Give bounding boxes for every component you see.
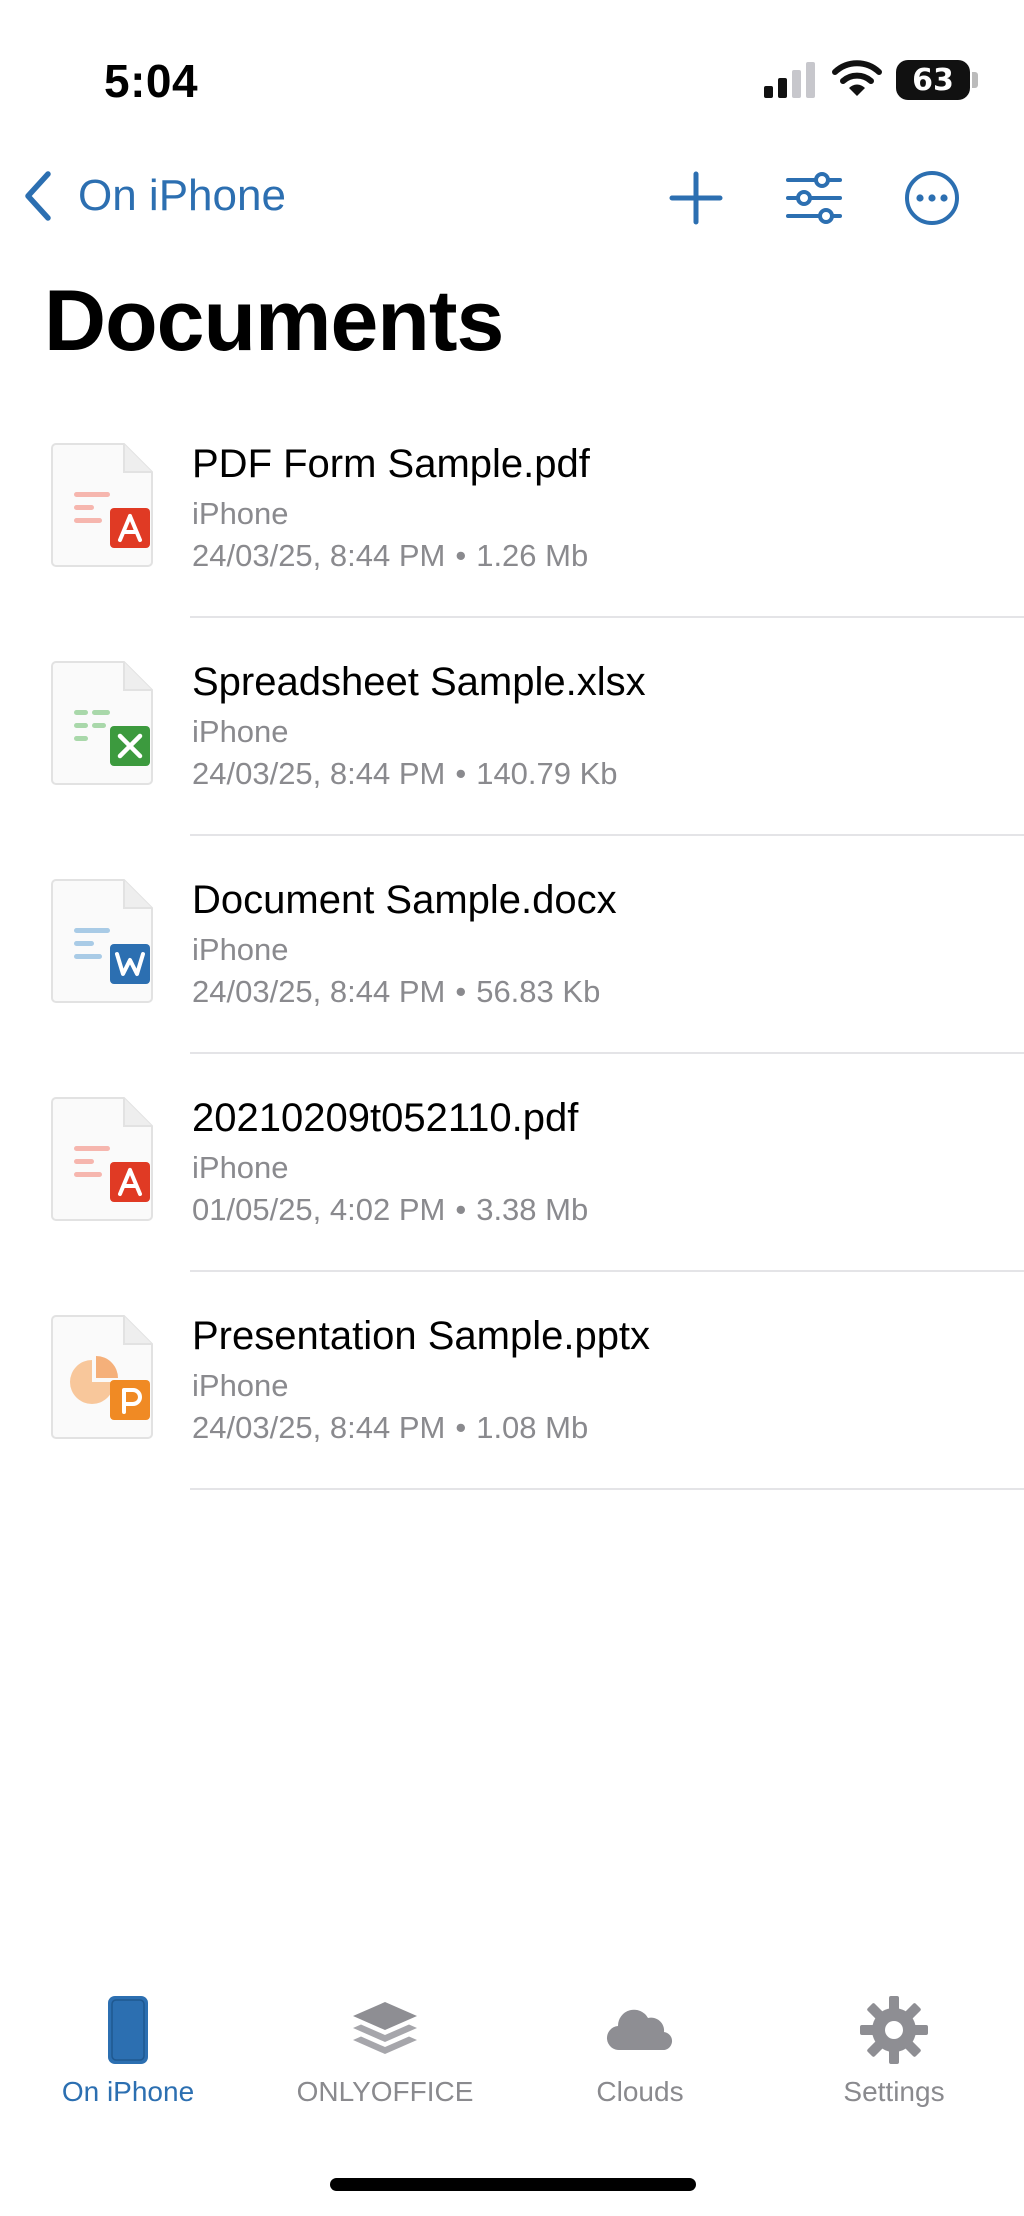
- file-meta: 24/03/25, 8:44 PM • 1.08 Mb: [192, 1410, 588, 1446]
- meta-separator: •: [455, 974, 467, 1009]
- chevron-left-icon: [25, 171, 51, 221]
- tab-label: ONLYOFFICE: [296, 2076, 474, 2107]
- cellular-signal-icon: [764, 60, 820, 100]
- file-location: iPhone: [192, 496, 289, 531]
- wifi-icon: [832, 58, 882, 98]
- file-row[interactable]: Document Sample.docx iPhone 24/03/25, 8:…: [0, 836, 1024, 1054]
- back-button[interactable]: On iPhone: [18, 160, 286, 232]
- file-meta: 24/03/25, 8:44 PM • 56.83 Kb: [192, 974, 600, 1010]
- file-location: iPhone: [192, 714, 289, 749]
- file-date: 01/05/25, 4:02 PM: [192, 1192, 446, 1227]
- file-size: 56.83 Kb: [476, 974, 601, 1009]
- filter-button[interactable]: [776, 160, 852, 236]
- file-meta: 01/05/25, 4:02 PM • 3.38 Mb: [192, 1192, 588, 1228]
- battery-tip: [972, 72, 978, 88]
- page-title: Documents: [44, 273, 504, 369]
- tab-label: Settings: [843, 2076, 945, 2107]
- file-list: PDF Form Sample.pdf iPhone 24/03/25, 8:4…: [0, 400, 1024, 1490]
- more-options-button[interactable]: [894, 160, 970, 236]
- file-meta: 24/03/25, 8:44 PM • 140.79 Kb: [192, 756, 618, 792]
- meta-separator: •: [455, 1192, 467, 1227]
- pdf-file-icon: [50, 1096, 156, 1222]
- meta-separator: •: [455, 538, 467, 573]
- battery-icon: 63: [896, 60, 970, 100]
- file-size: 3.38 Mb: [476, 1192, 589, 1227]
- pdf-file-icon: [50, 442, 156, 568]
- file-size: 140.79 Kb: [476, 756, 618, 791]
- status-bar: 5:04 63: [0, 0, 1024, 150]
- layers-icon: [345, 1990, 425, 2070]
- file-name: Spreadsheet Sample.xlsx: [192, 660, 646, 704]
- sliders-icon: [786, 172, 842, 224]
- tab-on-iphone[interactable]: On iPhone: [18, 1990, 238, 2120]
- meta-separator: •: [455, 1410, 467, 1445]
- file-name: Presentation Sample.pptx: [192, 1314, 651, 1358]
- document-file-icon: [50, 878, 156, 1004]
- file-date: 24/03/25, 8:44 PM: [192, 538, 446, 573]
- file-name: PDF Form Sample.pdf: [192, 442, 590, 486]
- file-date: 24/03/25, 8:44 PM: [192, 974, 446, 1009]
- tab-clouds[interactable]: Clouds: [530, 1990, 750, 2120]
- file-meta: 24/03/25, 8:44 PM • 1.26 Mb: [192, 538, 588, 574]
- status-time: 5:04: [104, 55, 199, 107]
- file-row[interactable]: Spreadsheet Sample.xlsx iPhone 24/03/25,…: [0, 618, 1024, 836]
- add-button[interactable]: [658, 160, 734, 236]
- file-size: 1.26 Mb: [476, 538, 589, 573]
- tab-label: Clouds: [596, 2076, 684, 2107]
- file-row[interactable]: 20210209t052110.pdf iPhone 01/05/25, 4:0…: [0, 1054, 1024, 1272]
- cloud-icon: [600, 1990, 680, 2070]
- file-date: 24/03/25, 8:44 PM: [192, 1410, 446, 1445]
- file-row[interactable]: PDF Form Sample.pdf iPhone 24/03/25, 8:4…: [0, 400, 1024, 618]
- file-location: iPhone: [192, 1368, 289, 1403]
- screen: 5:04 63 On iPhone Documents PDF Form Sam…: [0, 0, 1024, 2216]
- spreadsheet-file-icon: [50, 660, 156, 786]
- file-date: 24/03/25, 8:44 PM: [192, 756, 446, 791]
- tab-settings[interactable]: Settings: [784, 1990, 1004, 2120]
- row-divider: [190, 1488, 1024, 1490]
- tab-bar: On iPhone ONLYOFFICE Clouds Settings: [0, 1990, 1024, 2140]
- meta-separator: •: [455, 756, 467, 791]
- file-size: 1.08 Mb: [476, 1410, 589, 1445]
- tab-onlyoffice[interactable]: ONLYOFFICE: [275, 1990, 495, 2120]
- file-name: 20210209t052110.pdf: [192, 1096, 579, 1140]
- file-location: iPhone: [192, 1150, 289, 1185]
- more-icon: [905, 171, 959, 225]
- gear-icon: [854, 1990, 934, 2070]
- back-button-label: On iPhone: [78, 171, 286, 220]
- phone-icon: [88, 1990, 168, 2070]
- home-indicator[interactable]: [330, 2178, 696, 2191]
- tab-label: On iPhone: [61, 2076, 195, 2107]
- file-row[interactable]: Presentation Sample.pptx iPhone 24/03/25…: [0, 1272, 1024, 1490]
- file-location: iPhone: [192, 932, 289, 967]
- file-name: Document Sample.docx: [192, 878, 617, 922]
- plus-icon: [669, 171, 723, 225]
- presentation-file-icon: [50, 1314, 156, 1440]
- battery-level: 63: [912, 62, 954, 98]
